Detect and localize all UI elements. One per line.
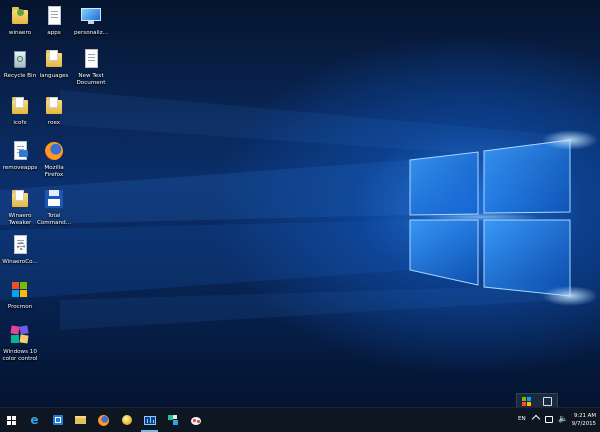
document-icon	[43, 5, 65, 27]
edge-button[interactable]: e	[23, 408, 46, 432]
firefox-icon	[43, 140, 65, 162]
store-icon	[52, 415, 63, 425]
color-palette-icon	[9, 324, 31, 346]
desktop-icon-winaero-tweaker[interactable]: Winaero Tweaker	[2, 188, 38, 227]
desktop-icon-personalize[interactable]: personaliz...	[73, 5, 109, 37]
app-button[interactable]	[115, 408, 138, 432]
yellow-orb-icon	[121, 415, 132, 425]
desktop-icon-removeapps[interactable]: removeapps	[2, 140, 38, 172]
folder-icon	[75, 416, 86, 424]
desktop-icon-apps[interactable]: apps	[36, 5, 72, 37]
task-manager-button[interactable]	[138, 408, 161, 432]
taskbar-clock[interactable]: 9:21 AM 9/7/2015	[572, 412, 596, 428]
desktop-icon-languages[interactable]: languages	[36, 48, 72, 80]
gear-document-icon	[9, 234, 31, 256]
desktop-icon-recycle-bin[interactable]: Recycle Bin	[2, 48, 38, 80]
folder-icon	[9, 188, 31, 210]
folder-icon	[9, 95, 31, 117]
text-document-icon	[80, 48, 102, 70]
folder-icon	[43, 95, 65, 117]
notification-icon[interactable]	[545, 416, 553, 423]
script-icon	[9, 140, 31, 162]
firefox-icon	[98, 414, 109, 426]
desktop-icon-mozilla-firefox[interactable]: Mozilla Firefox	[36, 140, 72, 179]
floppy-disk-icon	[43, 188, 65, 210]
winaero-user-icon	[9, 5, 31, 27]
desktop-icon-roex[interactable]: roex	[36, 95, 72, 127]
firefox-button[interactable]	[92, 408, 115, 432]
desktop-icon-procmon[interactable]: Procmon	[2, 279, 38, 311]
windows-start-icon	[7, 415, 16, 425]
desktop-icon-winaeroco[interactable]: WinaeroCo...	[2, 234, 38, 266]
tools-icon	[167, 414, 179, 426]
monitor-chart-icon	[143, 415, 156, 425]
language-indicator[interactable]: EN	[518, 416, 526, 422]
taskbar: e EN 🔈 9:21 AM 9/7/2015	[0, 407, 600, 432]
file-explorer-button[interactable]	[69, 408, 92, 432]
monitor-icon	[80, 5, 102, 27]
windows-logo-icon	[9, 279, 31, 301]
edge-icon: e	[30, 413, 39, 427]
desktop-icon-total-commander[interactable]: Total Command...	[36, 188, 72, 227]
store-button[interactable]	[46, 408, 69, 432]
paint-button[interactable]	[184, 408, 207, 432]
tray-winaero-icon[interactable]	[522, 397, 531, 406]
recycle-bin-icon	[9, 48, 31, 70]
clock-time: 9:21 AM	[573, 413, 596, 419]
desktop-icon-new-text-document[interactable]: New Text Document	[73, 48, 109, 87]
desktop-icon-icofx[interactable]: icofx	[2, 95, 38, 127]
tweaker-button[interactable]	[161, 408, 184, 432]
chevron-up-icon[interactable]	[531, 414, 541, 424]
desktop-icon-winaero[interactable]: winaero	[2, 5, 38, 37]
paint-icon	[190, 414, 202, 426]
clock-date: 9/7/2015	[571, 421, 596, 427]
tray-settings-icon[interactable]	[543, 397, 552, 406]
desktop-icon-windows-10-color-control[interactable]: Windows 10 color control	[2, 324, 38, 363]
folder-icon	[43, 48, 65, 70]
start-button[interactable]	[0, 408, 23, 432]
volume-icon[interactable]: 🔈	[558, 415, 568, 423]
